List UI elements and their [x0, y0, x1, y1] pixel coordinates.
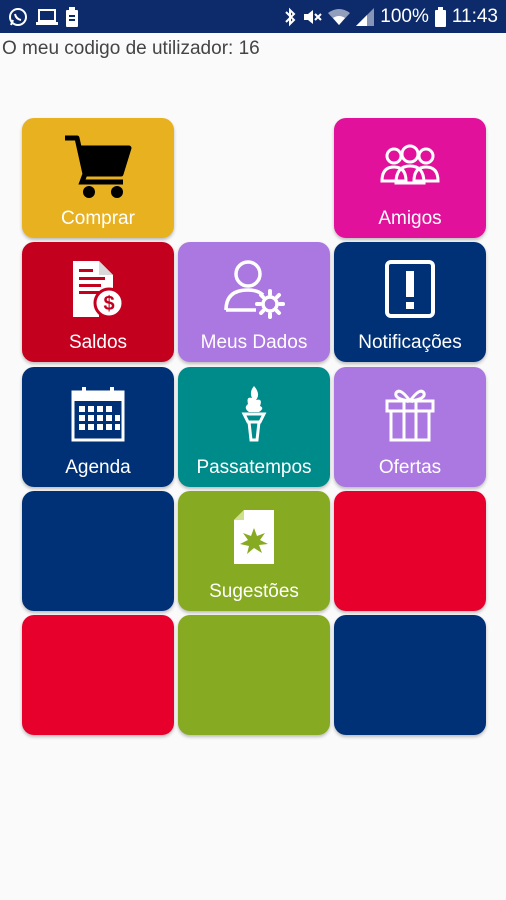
svg-text:$: $: [103, 293, 114, 315]
tile-agenda[interactable]: Agenda: [22, 367, 174, 487]
user-settings-icon: [178, 254, 330, 324]
user-code-text: O meu codigo de utilizador: 16: [2, 38, 260, 59]
status-bar: 100% 11:43: [0, 0, 506, 33]
battery-saver-icon: [66, 6, 78, 27]
blank-tile[interactable]: [22, 615, 174, 735]
wifi-icon: [328, 8, 351, 26]
blank-tile[interactable]: [22, 491, 174, 611]
tile-label: Meus Dados: [200, 332, 308, 353]
tile-label: Amigos: [378, 208, 442, 229]
laptop-icon: [36, 8, 58, 26]
gift-icon: [334, 379, 486, 449]
torch-icon: [178, 379, 330, 449]
clock: 11:43: [451, 5, 498, 27]
tile-label: Agenda: [65, 457, 131, 478]
battery-percentage: 100%: [380, 5, 429, 27]
blank-tile[interactable]: [178, 615, 330, 735]
tile-sugestoes[interactable]: Sugestões: [178, 491, 330, 611]
mute-icon: [302, 7, 322, 27]
tile-label: Notificações: [358, 332, 462, 353]
suggestion-document-icon: [178, 503, 330, 573]
calendar-icon: [22, 379, 174, 449]
tile-meus-dados[interactable]: Meus Dados: [178, 242, 330, 362]
tile-label: Saldos: [68, 332, 128, 353]
tile-label: Ofertas: [378, 457, 442, 478]
blank-tile[interactable]: [334, 491, 486, 611]
exclamation-icon: [334, 254, 486, 324]
tile-saldos[interactable]: $ Saldos: [22, 242, 174, 362]
shopping-cart-icon: [22, 130, 174, 200]
whatsapp-icon: [8, 7, 28, 27]
blank-tile[interactable]: [334, 615, 486, 735]
balance-document-icon: $: [22, 254, 174, 324]
friends-icon: [334, 130, 486, 200]
tile-notificacoes[interactable]: Notificações: [334, 242, 486, 362]
tile-amigos[interactable]: Amigos: [334, 118, 486, 238]
signal-icon: [356, 7, 375, 26]
battery-icon: [434, 6, 446, 27]
tile-label: Comprar: [61, 208, 135, 229]
tile-label: Passatempos: [196, 457, 312, 478]
tile-passatempos[interactable]: Passatempos: [178, 367, 330, 487]
tile-comprar[interactable]: Comprar: [22, 118, 174, 238]
bluetooth-icon: [284, 7, 296, 27]
tile-label: Sugestões: [209, 581, 299, 602]
tile-ofertas[interactable]: Ofertas: [334, 367, 486, 487]
